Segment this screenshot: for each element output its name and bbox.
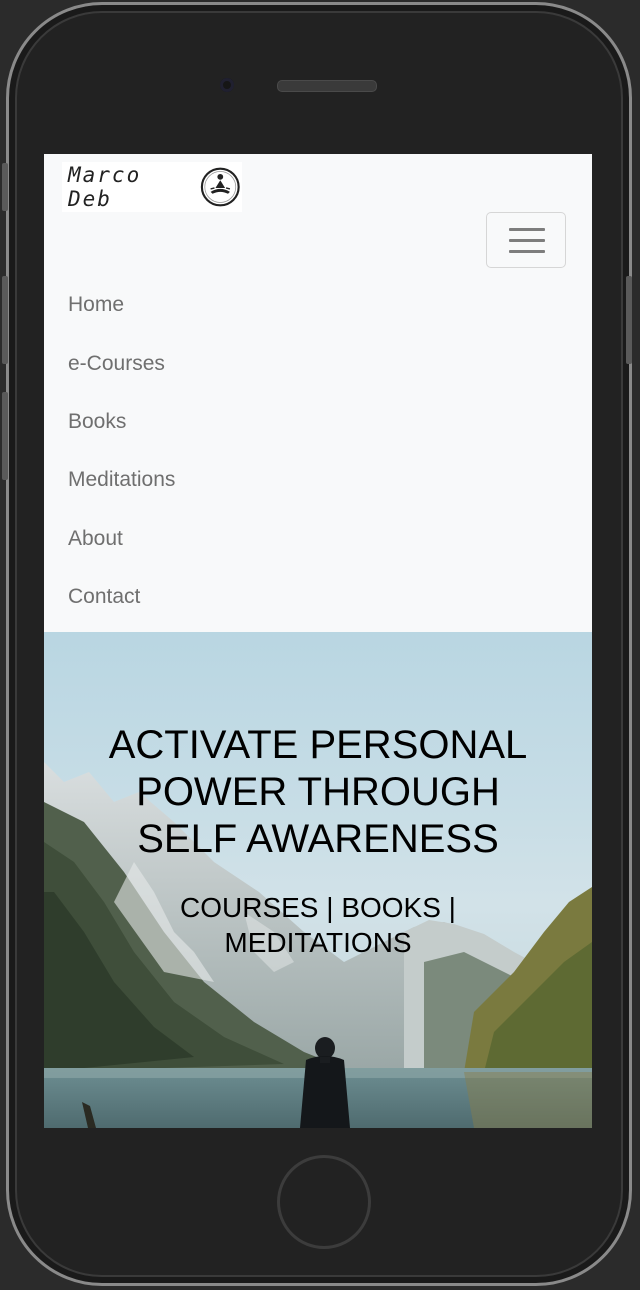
- nav-item-e-courses: e-Courses: [68, 334, 175, 392]
- nav-item-contact: Contact: [68, 568, 175, 626]
- hamburger-menu-icon: [509, 228, 545, 231]
- nav-link-home[interactable]: Home: [68, 293, 124, 317]
- mute-switch: [2, 163, 8, 211]
- volume-up-button: [2, 276, 8, 364]
- nav-menu: Home e-Courses Books Meditations About C…: [68, 276, 175, 626]
- hero-section: ACTIVATE PERSONAL POWER THROUGH SELF AWA…: [44, 632, 592, 1128]
- mountain-lake-person-image: [44, 762, 592, 1128]
- nav-link-e-courses[interactable]: e-Courses: [68, 352, 165, 376]
- navbar-toggle-button[interactable]: [486, 212, 566, 268]
- power-button: [626, 276, 632, 364]
- nav-link-meditations[interactable]: Meditations: [68, 468, 175, 492]
- front-camera: [220, 78, 234, 92]
- phone-screen: Marco Deb Home e-Courses Books Meditatio…: [44, 154, 592, 1128]
- hero-subtitle: COURSES | BOOKS | MEDITATIONS: [180, 892, 456, 958]
- hamburger-menu-icon: [509, 250, 545, 253]
- nav-item-books: Books: [68, 393, 175, 451]
- nav-link-about[interactable]: About: [68, 527, 123, 551]
- home-button[interactable]: [277, 1155, 371, 1249]
- nav-link-books[interactable]: Books: [68, 410, 126, 434]
- brand-name: Marco Deb: [68, 163, 142, 211]
- volume-down-button: [2, 392, 8, 480]
- nav-link-contact[interactable]: Contact: [68, 585, 140, 609]
- earpiece-speaker: [277, 80, 377, 92]
- nav-item-meditations: Meditations: [68, 451, 175, 509]
- meditation-figure-icon: [201, 167, 241, 207]
- hamburger-menu-icon: [509, 239, 545, 242]
- hero-title: ACTIVATE PERSONAL POWER THROUGH SELF AWA…: [108, 723, 528, 861]
- navbar: Marco Deb Home e-Courses Books Meditatio…: [44, 154, 592, 632]
- nav-item-about: About: [68, 510, 175, 568]
- brand-link[interactable]: Marco Deb: [62, 162, 242, 212]
- nav-item-home: Home: [68, 276, 175, 334]
